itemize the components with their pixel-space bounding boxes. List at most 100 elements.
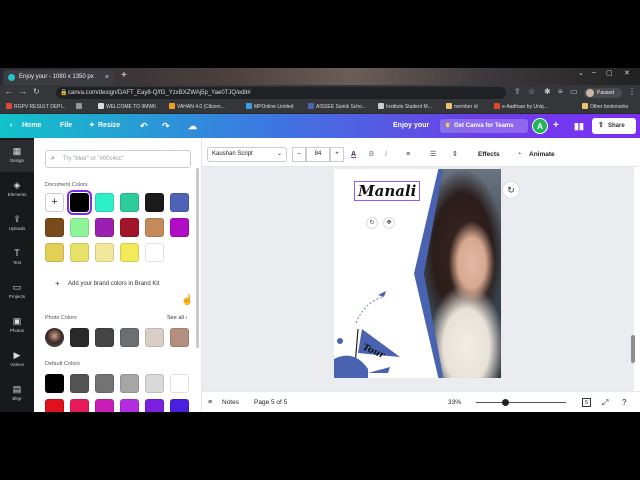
profile-button[interactable]: Paused bbox=[584, 88, 622, 98]
new-tab-button[interactable]: + bbox=[121, 70, 127, 81]
color-swatch[interactable] bbox=[45, 399, 64, 412]
bookmark-item[interactable]: MPOnline Limited bbox=[246, 101, 293, 114]
add-member-icon[interactable]: + bbox=[553, 114, 559, 138]
other-bookmarks[interactable]: Other bookmarks bbox=[582, 101, 628, 114]
zoom-slider-knob[interactable] bbox=[502, 399, 509, 406]
zoom-slider[interactable] bbox=[476, 402, 566, 403]
tab-search-icon[interactable]: ⌄ bbox=[578, 69, 584, 77]
rail-photos[interactable]: ▣ Photos bbox=[0, 310, 34, 342]
color-swatch[interactable] bbox=[95, 328, 114, 347]
rail-elements[interactable]: ◈ Elements bbox=[0, 174, 34, 206]
bookmark-item[interactable]: member id bbox=[446, 101, 478, 114]
font-select[interactable]: Kaushan Script ⌄ bbox=[207, 147, 287, 162]
color-swatch[interactable] bbox=[145, 328, 164, 347]
photo-thumbnail[interactable] bbox=[45, 328, 64, 347]
maximize-button[interactable]: ▢ bbox=[606, 69, 613, 77]
minimize-button[interactable]: – bbox=[592, 69, 596, 76]
undo-icon[interactable]: ↶ bbox=[140, 114, 148, 138]
color-swatch[interactable] bbox=[70, 328, 89, 347]
rail-videos[interactable]: ▶ Videos bbox=[0, 344, 34, 376]
rotate-handle-icon[interactable]: ↻ bbox=[366, 217, 378, 229]
color-search-input[interactable]: ⌕ Try "blue" or "#00c4cc" bbox=[45, 150, 191, 168]
color-swatch[interactable] bbox=[70, 374, 89, 393]
design-page[interactable]: Manali ↻ ✥ Tour bbox=[334, 169, 501, 378]
document-title[interactable]: Enjoy your bbox=[393, 114, 429, 138]
share-button[interactable]: ⇧ Share bbox=[592, 118, 636, 134]
color-swatch[interactable] bbox=[95, 243, 114, 262]
avatar[interactable]: A bbox=[532, 118, 548, 134]
color-swatch[interactable] bbox=[170, 374, 189, 393]
spacing-icon[interactable]: ⇕ bbox=[452, 143, 458, 167]
color-swatch[interactable] bbox=[70, 218, 89, 237]
font-size-decrease[interactable]: – bbox=[292, 147, 306, 162]
bookmark-item[interactable]: AISSEE Sainik Scho... bbox=[308, 101, 366, 114]
effects-button[interactable]: Effects bbox=[478, 143, 500, 167]
color-swatch[interactable] bbox=[45, 243, 64, 262]
rail-design[interactable]: ▦ Design bbox=[0, 140, 34, 172]
back-icon[interactable]: ← bbox=[5, 87, 13, 96]
text-color-button[interactable]: A bbox=[351, 143, 356, 167]
font-size-increase[interactable]: + bbox=[330, 147, 344, 162]
insights-icon[interactable]: ▮▮ bbox=[574, 114, 584, 138]
color-swatch[interactable] bbox=[45, 374, 64, 393]
brand-kit-link[interactable]: + Add your brand colors in Brand Kit bbox=[45, 277, 191, 291]
close-window-button[interactable]: ✕ bbox=[624, 69, 630, 77]
bold-button[interactable]: B bbox=[369, 143, 374, 167]
font-size-input[interactable]: 84 bbox=[306, 147, 330, 162]
fullscreen-icon[interactable]: ⤢ bbox=[602, 392, 608, 412]
extensions-icon[interactable]: ✱ bbox=[544, 87, 551, 96]
list-icon[interactable]: ☰ bbox=[430, 143, 436, 167]
page-count-button[interactable]: 5 bbox=[582, 398, 592, 407]
color-swatch[interactable] bbox=[120, 193, 139, 212]
sidebar-icon[interactable]: ▭ bbox=[570, 87, 578, 96]
notes-button[interactable]: Notes bbox=[222, 392, 239, 412]
bookmark-item[interactable]: VAHAN 4.0 (Citizen... bbox=[169, 101, 225, 114]
color-swatch[interactable] bbox=[145, 374, 164, 393]
zoom-level[interactable]: 33% bbox=[448, 392, 461, 412]
rail-text[interactable]: T Text bbox=[0, 242, 34, 274]
bookmark-item[interactable]: RGPV RESULT DEPI... bbox=[6, 101, 66, 114]
resize-button[interactable]: Resize bbox=[98, 114, 120, 138]
color-swatch[interactable] bbox=[170, 399, 189, 412]
color-swatch[interactable] bbox=[70, 399, 89, 412]
italic-button[interactable]: I bbox=[385, 143, 387, 167]
reload-icon[interactable]: ↻ bbox=[33, 87, 40, 96]
home-link[interactable]: Home bbox=[22, 114, 41, 138]
color-swatch[interactable] bbox=[95, 193, 114, 212]
color-swatch[interactable] bbox=[120, 328, 139, 347]
help-icon[interactable]: ? bbox=[622, 392, 626, 412]
color-swatch[interactable] bbox=[145, 243, 164, 262]
move-handle-icon[interactable]: ✥ bbox=[383, 217, 395, 229]
bookmark-item[interactable]: e-Aadhaar by Uniq... bbox=[494, 101, 548, 114]
color-swatch[interactable] bbox=[170, 193, 189, 212]
forward-icon[interactable]: → bbox=[19, 87, 27, 96]
back-chevron-icon[interactable]: ‹ bbox=[10, 114, 12, 138]
add-color-button[interactable]: + bbox=[45, 193, 64, 212]
color-swatch[interactable] bbox=[145, 399, 164, 412]
animate-button[interactable]: Animate bbox=[529, 143, 555, 167]
rail-projects[interactable]: ▭ Projects bbox=[0, 276, 34, 308]
browser-menu-icon[interactable]: ⋮ bbox=[628, 87, 636, 96]
color-swatch[interactable] bbox=[145, 193, 164, 212]
color-swatch[interactable] bbox=[70, 243, 89, 262]
color-swatch[interactable] bbox=[120, 399, 139, 412]
url-input[interactable]: 🔒 canva.com/design/DAFT_Eay8-Q/fG_YzxBXZ… bbox=[56, 87, 506, 99]
color-swatch[interactable] bbox=[120, 243, 139, 262]
color-swatch[interactable] bbox=[67, 190, 92, 215]
media-icon[interactable]: ≡ bbox=[558, 87, 563, 96]
color-swatch[interactable] bbox=[45, 218, 64, 237]
color-swatch[interactable] bbox=[145, 218, 164, 237]
file-menu[interactable]: File bbox=[60, 114, 72, 138]
color-swatch[interactable] bbox=[170, 218, 189, 237]
canvas-scrollbar[interactable] bbox=[631, 335, 635, 363]
bookmark-item[interactable]: WELCOME TO IIMWII bbox=[98, 101, 156, 114]
align-center-icon[interactable]: ≡ bbox=[406, 143, 410, 167]
browser-tab[interactable]: Enjoy your - 1080 x 1350 px × bbox=[3, 70, 115, 85]
refresh-page-icon[interactable]: ↻ bbox=[502, 181, 520, 199]
color-swatch[interactable] bbox=[95, 218, 114, 237]
redo-icon[interactable]: ↷ bbox=[162, 114, 170, 138]
cloud-save-icon[interactable]: ☁ bbox=[188, 114, 197, 138]
color-swatch[interactable] bbox=[95, 399, 114, 412]
color-swatch[interactable] bbox=[170, 328, 189, 347]
color-swatch[interactable] bbox=[120, 218, 139, 237]
